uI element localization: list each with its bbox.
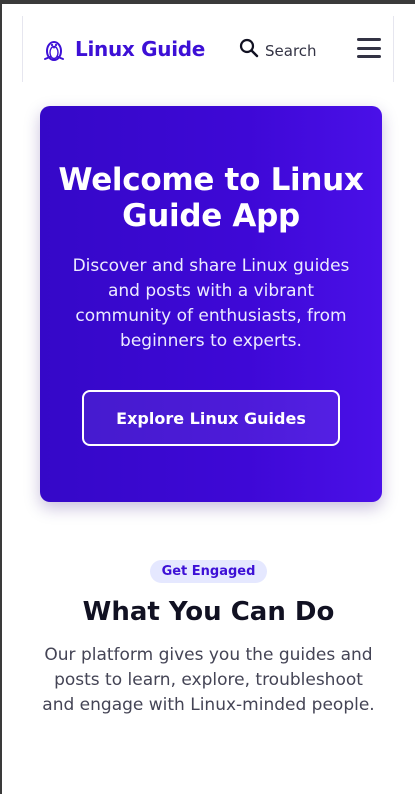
engage-section: Get Engaged What You Can Do Our platform… [2,560,415,718]
search-icon [239,38,259,63]
hero-title: Welcome to Linux Guide App [58,162,364,234]
hero-description: Discover and share Linux guides and post… [72,256,350,351]
menu-bar [357,55,381,58]
hero-card: Welcome to Linux Guide App Discover and … [40,106,382,502]
menu-bar [357,46,381,50]
app-frame: Linux Guide Search Welcome to Linux Guid… [0,0,415,794]
hamburger-menu-icon[interactable] [357,38,381,58]
top-navbar: Linux Guide Search [22,16,394,82]
search-button[interactable]: Search [239,38,317,63]
menu-bar [357,38,381,41]
brand-logo-link[interactable]: Linux Guide [41,36,205,62]
section-badge: Get Engaged [149,560,268,583]
brand-name: Linux Guide [75,37,206,61]
explore-guides-button[interactable]: Explore Linux Guides [82,390,340,446]
search-label: Search [265,41,317,60]
section-title: What You Can Do [82,597,335,627]
section-description: Our platform gives you the guides and po… [42,645,375,715]
tux-penguin-icon [41,36,67,62]
